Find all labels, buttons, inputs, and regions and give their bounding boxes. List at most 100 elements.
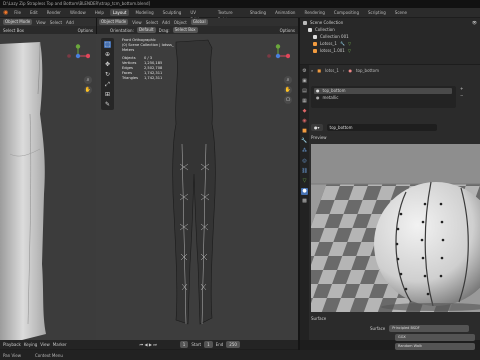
menu-edit[interactable]: Edit xyxy=(27,9,41,16)
rotate-tool-icon[interactable]: ↻ xyxy=(104,71,111,78)
mid-add-menu[interactable]: Add xyxy=(162,20,170,25)
start-frame-field[interactable]: 1 xyxy=(204,341,213,348)
tab-modeling[interactable]: Modeling xyxy=(132,9,156,16)
remove-slot-icon[interactable]: − xyxy=(460,93,472,98)
timeline-view-menu[interactable]: View xyxy=(40,342,50,347)
object-tab-icon[interactable]: ■ xyxy=(301,128,308,135)
subsurface-method-dropdown[interactable]: Random Walk xyxy=(395,343,475,350)
outliner-row[interactable]: lotsss_1.001 ▽ xyxy=(313,48,351,54)
window-title: D:\Lazy Zip Strapless Top and Bottom\BLE… xyxy=(0,0,480,8)
material-slot-list: ● top_bottom ● metallic xyxy=(311,86,456,108)
orientation-label: Orientation: xyxy=(110,27,134,33)
slot-buttons: + − xyxy=(460,86,472,98)
marker-menu[interactable]: Marker xyxy=(53,342,67,347)
main-3d-viewport[interactable]: ⬚ ⊕ ✥ ↻ ⤢ ⊞ ✎ Front Orthographic (0) Sce… xyxy=(96,34,298,340)
view-layer-tab-icon[interactable]: ▦ xyxy=(301,98,308,105)
camera-view-icon[interactable]: ⎔ xyxy=(284,96,292,104)
end-label: End xyxy=(215,342,224,347)
orientation-dropdown[interactable]: Default xyxy=(136,27,156,33)
viewport-stats-overlay: Front Orthographic (0) Scene Collection … xyxy=(122,38,182,81)
tab-scripting[interactable]: Scripting xyxy=(365,9,389,16)
mid-select-menu[interactable]: Select xyxy=(146,20,158,25)
surface-section-header[interactable]: Surface xyxy=(311,315,476,323)
scene-tab-icon[interactable]: ◆ xyxy=(301,108,308,115)
navigation-gizmo-icon[interactable] xyxy=(66,44,90,68)
preview-section-header[interactable]: Preview xyxy=(311,134,476,142)
scene-selector[interactable]: Scene xyxy=(392,9,410,16)
sculpt-model-figure xyxy=(0,41,46,340)
visibility-eye-icon[interactable]: 👁 xyxy=(472,20,477,25)
mid-view-menu[interactable]: View xyxy=(132,20,142,25)
tab-animation[interactable]: Animation xyxy=(272,9,298,16)
end-frame-field[interactable]: 250 xyxy=(226,341,240,348)
render-tab-icon[interactable]: ▣ xyxy=(301,78,308,85)
tab-sculpting[interactable]: Sculpting xyxy=(160,9,185,16)
left-options-menu[interactable]: Options xyxy=(78,28,93,33)
mid-mode-dropdown[interactable]: Object Mode xyxy=(99,19,129,25)
scale-tool-icon[interactable]: ⤢ xyxy=(104,81,111,88)
left-3d-viewport[interactable]: ⌕ ✋ xyxy=(0,34,96,340)
mid-object-menu[interactable]: Object xyxy=(174,20,187,25)
keying-menu[interactable]: Keying xyxy=(24,342,37,347)
transform-tool-icon[interactable]: ⊞ xyxy=(104,91,111,98)
outliner-row[interactable]: Collection xyxy=(308,27,335,33)
pan-hand-icon[interactable]: ✋ xyxy=(284,86,292,94)
menu-window[interactable]: Window xyxy=(67,9,89,16)
mid-options-menu[interactable]: Options xyxy=(280,28,295,33)
data-tab-icon[interactable]: ▽ xyxy=(301,178,308,185)
outliner-row[interactable]: Collection 001 xyxy=(313,34,349,40)
tab-compositing[interactable]: Compositing xyxy=(331,9,362,16)
cursor-tool-icon[interactable]: ⊕ xyxy=(104,51,111,58)
tab-uv-editing[interactable]: UV Editing xyxy=(187,9,212,22)
play-controls-icon[interactable]: ⏮ ◀ ▶ ⏭ xyxy=(140,342,157,347)
tab-shading[interactable]: Shading xyxy=(247,9,269,16)
tab-texture-paint[interactable]: Texture Paint xyxy=(215,9,244,22)
surface-shader-field[interactable]: Principled BSDF xyxy=(389,325,470,332)
menu-help[interactable]: Help xyxy=(92,9,107,16)
drag-dropdown[interactable]: Select Box xyxy=(172,27,198,33)
output-tab-icon[interactable]: ▤ xyxy=(301,88,308,95)
left-mode-dropdown[interactable]: Object Mode xyxy=(3,19,33,25)
mid-orientation-dropdown[interactable]: Global xyxy=(190,19,208,25)
texture-tab-icon[interactable]: ▩ xyxy=(301,198,308,205)
search-icon[interactable]: ⌕ xyxy=(311,68,313,73)
menu-file[interactable]: File xyxy=(11,9,24,16)
left-select-menu[interactable]: Select xyxy=(50,20,62,25)
left-add-menu[interactable]: Add xyxy=(66,20,74,25)
select-tool-icon[interactable]: ⬚ xyxy=(104,41,111,48)
material-tab-icon[interactable]: ● xyxy=(301,188,308,195)
outliner-scene-row[interactable]: Scene Collection xyxy=(303,20,343,26)
world-tab-icon[interactable]: ◉ xyxy=(301,118,308,125)
outliner-row[interactable]: Lotsss_1 🔧 ▽ xyxy=(313,41,351,47)
material-name-field[interactable]: top_bottom xyxy=(326,123,437,131)
material-slot[interactable]: ● top_bottom xyxy=(314,88,452,94)
material-icon: ● xyxy=(348,67,352,73)
material-browse-icon[interactable]: ●▾ xyxy=(311,123,323,131)
tool-tab-icon[interactable]: ⚙ xyxy=(301,68,308,75)
distribution-dropdown[interactable]: GGX xyxy=(395,334,475,341)
outliner-row-label: Collection 001 xyxy=(320,34,349,39)
playback-menu[interactable]: Playback xyxy=(3,342,21,347)
move-tool-icon[interactable]: ✥ xyxy=(104,61,111,68)
left-view-menu[interactable]: View xyxy=(36,20,46,25)
particles-tab-icon[interactable]: ⁂ xyxy=(301,148,308,155)
menu-render[interactable]: Render xyxy=(44,9,64,16)
blender-logo-icon[interactable]: ◉ xyxy=(3,9,8,16)
navigation-gizmo-icon[interactable] xyxy=(266,44,290,68)
add-slot-icon[interactable]: + xyxy=(460,86,472,91)
zoom-icon[interactable]: ⌕ xyxy=(84,76,92,84)
left-select-box[interactable]: Select Box xyxy=(3,28,24,33)
pan-hand-icon[interactable]: ✋ xyxy=(84,86,92,94)
annotate-tool-icon[interactable]: ✎ xyxy=(104,101,111,108)
physics-tab-icon[interactable]: ◎ xyxy=(301,158,308,165)
modifier-icon: 🔧 xyxy=(339,41,345,46)
outliner-row-label: lotsss_1.001 xyxy=(320,48,345,53)
material-slot[interactable]: ● metallic xyxy=(314,95,452,101)
constraints-tab-icon[interactable]: ⛓ xyxy=(301,168,308,175)
modifier-tab-icon[interactable]: 🔧 xyxy=(301,138,308,145)
tab-layout[interactable]: Layout xyxy=(109,9,130,16)
tab-rendering[interactable]: Rendering xyxy=(301,9,327,16)
zoom-icon[interactable]: ⌕ xyxy=(284,76,292,84)
current-frame-field[interactable]: 1 xyxy=(179,341,189,348)
outliner-panel: Scene Collection Collection Collection 0… xyxy=(300,18,480,64)
